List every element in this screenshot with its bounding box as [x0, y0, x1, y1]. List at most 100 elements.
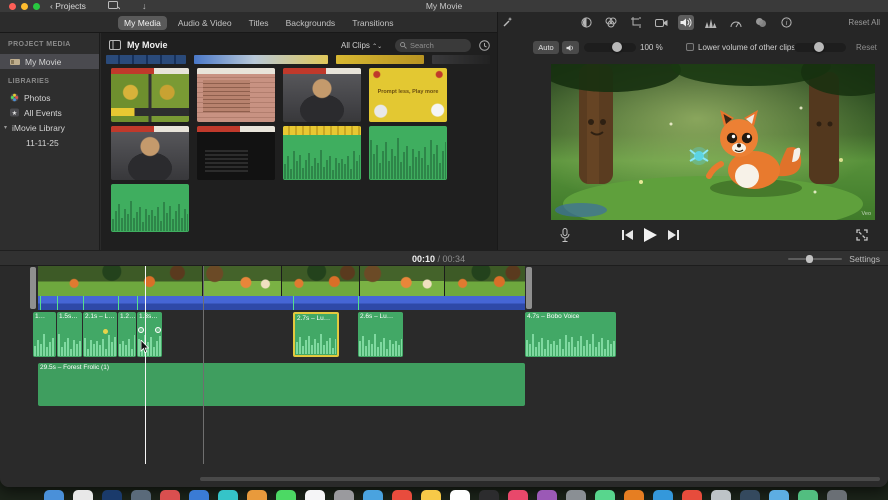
- clip-thumbnail-notes[interactable]: [197, 68, 275, 122]
- dock-icon[interactable]: [450, 490, 470, 500]
- clip-thumbnail[interactable]: [336, 55, 424, 64]
- clip-thumbnail[interactable]: [106, 55, 186, 64]
- volume-slider[interactable]: [584, 42, 636, 52]
- dock-icon[interactable]: [769, 490, 789, 500]
- audio-clip[interactable]: 1.5s…: [57, 312, 82, 357]
- video-clip-filmstrip[interactable]: [38, 266, 525, 296]
- audio-clip[interactable]: 2.6s – Lu…: [358, 312, 403, 357]
- dock-icon[interactable]: [798, 490, 818, 500]
- timeline-zoom-slider[interactable]: [788, 255, 842, 263]
- horizontal-scrollbar[interactable]: [200, 477, 880, 481]
- audio-clip[interactable]: 1…: [33, 312, 56, 357]
- clip-thumbnail[interactable]: [194, 55, 328, 64]
- dock-icon[interactable]: [653, 490, 673, 500]
- audio-clip-selected[interactable]: 2.7s – Lu…: [293, 312, 339, 357]
- dock-icon[interactable]: [131, 490, 151, 500]
- dock-icon[interactable]: [247, 490, 267, 500]
- dock-icon[interactable]: [102, 490, 122, 500]
- chevron-down-icon[interactable]: ▾: [4, 124, 7, 131]
- dock-icon[interactable]: [218, 490, 238, 500]
- dock-icon[interactable]: [276, 490, 296, 500]
- tab-audio-video[interactable]: Audio & Video: [172, 16, 238, 30]
- auto-volume-button[interactable]: Auto: [533, 41, 559, 54]
- sidebar-item-my-movie[interactable]: My Movie: [0, 54, 99, 69]
- skip-previous-icon[interactable]: [622, 230, 633, 240]
- dock-icon[interactable]: [189, 490, 209, 500]
- color-balance-icon[interactable]: [578, 15, 594, 30]
- dock-icon[interactable]: [392, 490, 412, 500]
- clip-thumbnail-presenter[interactable]: [283, 68, 361, 122]
- recents-icon[interactable]: [479, 40, 490, 51]
- dock-icon[interactable]: [160, 490, 180, 500]
- dock-icon[interactable]: [73, 490, 93, 500]
- clip-info-icon[interactable]: i: [778, 15, 794, 30]
- audio-clip-thumbnail[interactable]: [283, 126, 361, 180]
- sidebar-item-imovie-library[interactable]: ▾ iMovie Library: [0, 120, 99, 135]
- dock-icon[interactable]: [711, 490, 731, 500]
- clip-thumbnail[interactable]: [432, 55, 490, 64]
- trim-handle-right[interactable]: [526, 267, 532, 309]
- skip-next-icon[interactable]: [668, 230, 679, 240]
- dock-icon[interactable]: [566, 490, 586, 500]
- all-clips-filter[interactable]: All Clips ⌃⌄: [341, 41, 382, 50]
- clip-filter-icon[interactable]: [753, 15, 769, 30]
- tab-my-media[interactable]: My Media: [118, 16, 167, 30]
- noise-reduction-icon[interactable]: [703, 15, 719, 30]
- volume-slider-knob[interactable]: [612, 42, 622, 52]
- volume-icon[interactable]: [678, 15, 694, 30]
- dock-icon[interactable]: [827, 490, 847, 500]
- audio-clip-thumbnail[interactable]: [111, 184, 189, 232]
- trim-handle-left[interactable]: [30, 267, 36, 309]
- dock-icon[interactable]: [624, 490, 644, 500]
- audio-clip-bobo-voice[interactable]: 4.7s – Bobo Voice: [525, 312, 616, 357]
- clip-thumbnail-presenter[interactable]: [111, 126, 189, 180]
- video-clip-segment[interactable]: [445, 266, 525, 296]
- record-voiceover-mic-icon[interactable]: [560, 228, 570, 243]
- sidebar-item-photos[interactable]: Photos: [0, 90, 99, 105]
- tab-backgrounds[interactable]: Backgrounds: [280, 16, 342, 30]
- video-clip-segment[interactable]: [38, 266, 203, 296]
- dock-icon[interactable]: [508, 490, 528, 500]
- reset-button[interactable]: Reset: [856, 43, 877, 52]
- sidebar-toggle-icon[interactable]: [109, 40, 121, 50]
- play-icon[interactable]: [644, 228, 657, 242]
- lower-volume-slider-knob[interactable]: [814, 42, 824, 52]
- enhance-magic-wand-icon[interactable]: [502, 16, 514, 28]
- crop-icon[interactable]: [628, 15, 644, 30]
- color-correction-icon[interactable]: [603, 15, 619, 30]
- clip-thumbnail-screen-recording[interactable]: [197, 126, 275, 180]
- video-clip-segment[interactable]: [360, 266, 445, 296]
- search-field[interactable]: Search: [395, 39, 471, 52]
- zoom-slider-knob[interactable]: [806, 255, 813, 263]
- mute-button[interactable]: [562, 41, 579, 54]
- dock-icon[interactable]: [682, 490, 702, 500]
- dock-icon[interactable]: [479, 490, 499, 500]
- music-clip-forest-frolic[interactable]: 29.5s – Forest Frolic (1): [38, 363, 525, 406]
- tab-titles[interactable]: Titles: [243, 16, 275, 30]
- audio-clip[interactable]: 1.2…: [118, 312, 136, 357]
- dock-icon[interactable]: [44, 490, 64, 500]
- fullscreen-icon[interactable]: [856, 229, 868, 241]
- video-clip-segment[interactable]: [203, 266, 282, 296]
- dock-icon[interactable]: [740, 490, 760, 500]
- clip-thumbnail-promo[interactable]: Prompt less, Play more: [369, 68, 447, 122]
- sidebar-item-event-11-11-25[interactable]: 11-11-25: [0, 135, 99, 150]
- speed-icon[interactable]: [728, 15, 744, 30]
- dock-icon[interactable]: [421, 490, 441, 500]
- lower-volume-slider[interactable]: [794, 42, 846, 52]
- clip-thumbnail-fox-collage[interactable]: [111, 68, 189, 122]
- lower-volume-checkbox[interactable]: [686, 43, 694, 51]
- stabilization-icon[interactable]: [653, 15, 669, 30]
- playhead[interactable]: [145, 266, 146, 464]
- dock-icon[interactable]: [595, 490, 615, 500]
- video-audio-track[interactable]: [38, 296, 525, 310]
- tab-transitions[interactable]: Transitions: [346, 16, 399, 30]
- timeline-settings-button[interactable]: Settings: [849, 254, 880, 264]
- dock-icon[interactable]: [334, 490, 354, 500]
- dock-icon[interactable]: [537, 490, 557, 500]
- audio-clip[interactable]: 2.1s – L…: [83, 312, 117, 357]
- audio-clip-thumbnail[interactable]: [369, 126, 447, 180]
- dock-icon[interactable]: [363, 490, 383, 500]
- video-clip-segment[interactable]: [282, 266, 360, 296]
- reset-all-button[interactable]: Reset All: [848, 18, 880, 27]
